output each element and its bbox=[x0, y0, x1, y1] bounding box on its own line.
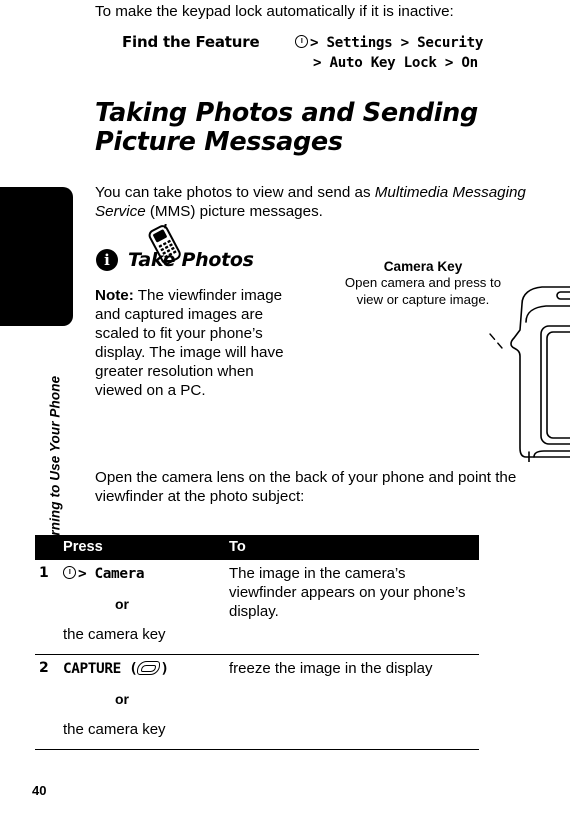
col-header-press: Press bbox=[63, 535, 229, 560]
row-number: 1 bbox=[35, 560, 63, 655]
camera-key-callout-body: Open camera and press to view or capture… bbox=[344, 275, 502, 307]
intro-paragraph-part1: You can take photos to view and send as bbox=[95, 184, 375, 201]
row-to-cell: The image in the camera’s viewfinder app… bbox=[229, 560, 479, 655]
row-press-alternate: the camera key bbox=[63, 626, 166, 643]
page-number: 40 bbox=[32, 783, 47, 798]
camera-key-callout: Camera Key Open camera and press to view… bbox=[338, 259, 508, 308]
row-press-cell: > Camera or the camera key bbox=[63, 560, 229, 655]
note-paragraph: Note: The viewfinder image and captured … bbox=[95, 286, 293, 400]
col-header-number bbox=[35, 535, 63, 560]
page-title: Taking Photos and Sending Picture Messag… bbox=[95, 98, 478, 157]
procedure-table-body: 1 > Camera or the camera key The image i… bbox=[35, 560, 479, 750]
table-row: 1 > Camera or the camera key The image i… bbox=[35, 560, 479, 655]
row-press-or: or bbox=[115, 596, 129, 612]
row-press-or: or bbox=[115, 691, 129, 707]
find-the-feature-block: Find the Feature > Settings > Security >… bbox=[95, 33, 570, 73]
open-camera-paragraph: Open the camera lens on the back of your… bbox=[95, 469, 517, 505]
row-to-cell: freeze the image in the display bbox=[229, 654, 479, 750]
procedure-table-head: Press To bbox=[35, 535, 479, 560]
find-the-feature-path: > Settings > Security > Auto Key Lock > … bbox=[295, 33, 570, 73]
procedure-table: Press To 1 > Camera or the camera key Th… bbox=[35, 535, 479, 750]
row-press-command-text: CAPTURE bbox=[63, 661, 121, 677]
intro-line: To make the keypad lock automatically if… bbox=[95, 3, 454, 20]
subsection-heading-row: i Take Photos bbox=[96, 249, 254, 271]
chapter-tab bbox=[0, 187, 73, 326]
find-the-feature-path-line1: > Settings > Security bbox=[310, 35, 484, 51]
camera-key-callout-title: Camera Key bbox=[383, 259, 463, 274]
row-press-command: CAPTURE () bbox=[63, 661, 169, 677]
row-press-alternate: the camera key bbox=[63, 721, 166, 738]
intro-paragraph: You can take photos to view and send as … bbox=[95, 183, 560, 221]
phone-illustration bbox=[489, 286, 570, 462]
intro-paragraph-part2: (MMS) picture messages. bbox=[145, 203, 323, 220]
subsection-heading: Take Photos bbox=[128, 249, 254, 271]
row-press-command-text: > Camera bbox=[78, 566, 145, 582]
row-press-cell: CAPTURE () or the camera key bbox=[63, 654, 229, 750]
table-row: 2 CAPTURE () or the camera key freeze th… bbox=[35, 654, 479, 750]
col-header-to: To bbox=[229, 535, 479, 560]
find-the-feature-label: Find the Feature bbox=[122, 33, 260, 51]
menu-key-icon bbox=[295, 35, 308, 48]
find-the-feature-path-line2: > Auto Key Lock > On bbox=[313, 55, 478, 71]
menu-key-icon bbox=[63, 566, 76, 579]
table-header-row: Press To bbox=[35, 535, 479, 560]
note-label: Note: bbox=[95, 287, 134, 304]
soft-key-icon bbox=[137, 661, 161, 675]
row-number: 2 bbox=[35, 654, 63, 750]
row-press-command: > Camera bbox=[63, 566, 145, 582]
info-badge-icon: i bbox=[96, 249, 118, 271]
